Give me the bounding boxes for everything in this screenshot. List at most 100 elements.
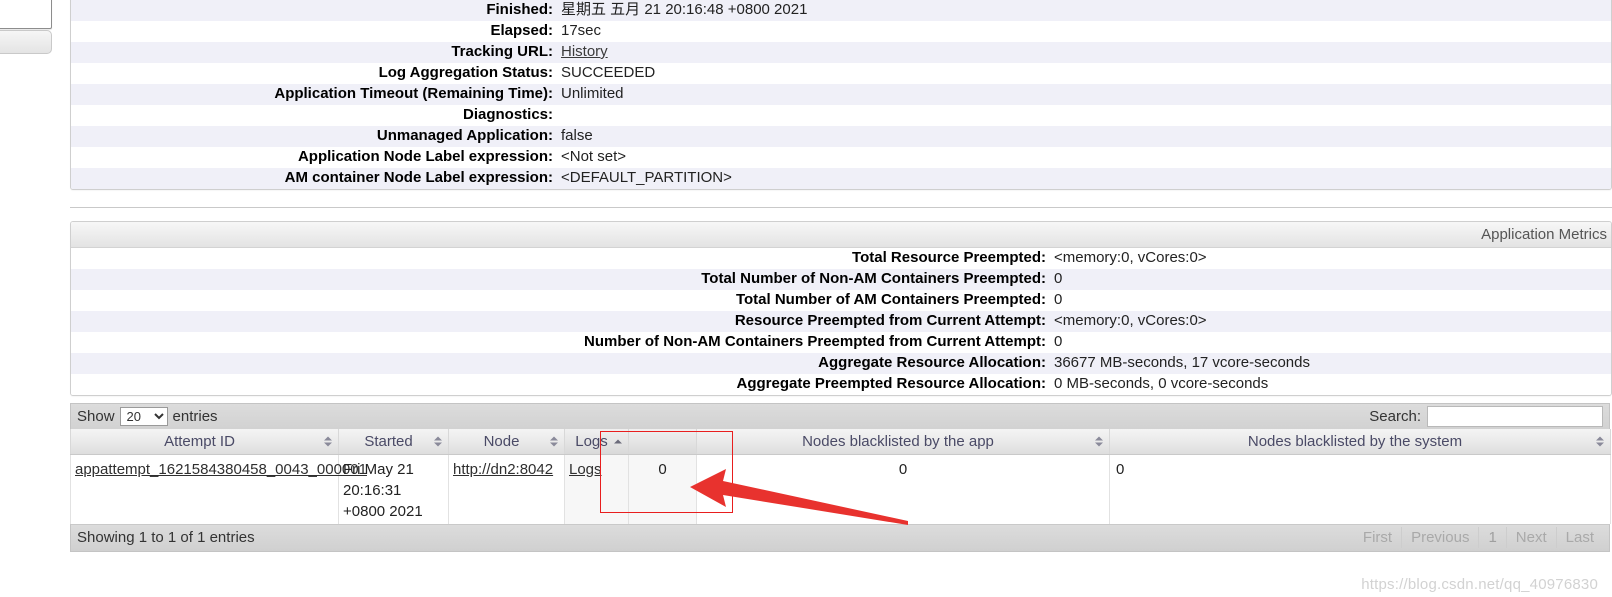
pagination-previous[interactable]: Previous bbox=[1401, 527, 1478, 548]
datatable-toolbar: Show 20406080100 entries Search: bbox=[70, 403, 1610, 429]
application-summary-table: Launched:星期五 五月 21 20:16:31 +0800 2021Fi… bbox=[71, 0, 1611, 189]
panel-divider bbox=[70, 207, 1612, 208]
kv-value bbox=[559, 105, 1611, 126]
attempts-table-body: appattempt_1621584380458_0043_000001 Fri… bbox=[70, 454, 1611, 524]
application-metrics-body: Total Resource Preempted: <memory:0, vCor… bbox=[71, 248, 1611, 395]
cell-nodes-blacklisted-system: 0 bbox=[1109, 454, 1611, 524]
table-row: appattempt_1621584380458_0043_000001 Fri… bbox=[70, 454, 1611, 524]
kv-row: Diagnostics: bbox=[71, 105, 1611, 126]
entries-label: entries bbox=[172, 408, 218, 425]
column-label: Attempt ID bbox=[164, 432, 235, 450]
attempts-table-head: Attempt ID Started Node Logs Nodes black… bbox=[70, 429, 1611, 455]
node-link[interactable]: http://dn2:8042 bbox=[453, 461, 553, 478]
kv-key: Resource Preempted from Current Attempt: bbox=[734, 312, 1046, 329]
kv-key: Total Resource Preempted: bbox=[852, 249, 1046, 266]
left-stub-gray-box bbox=[0, 30, 52, 54]
column-label: Logs bbox=[575, 432, 608, 450]
kv-row: Log Aggregation Status: SUCCEEDED bbox=[71, 63, 1611, 84]
column-label: Started bbox=[364, 432, 413, 450]
kv-row: Elapsed: 17sec bbox=[71, 21, 1611, 42]
kv-value: 0 bbox=[1054, 333, 1063, 350]
kv-value: <DEFAULT_PARTITION> bbox=[561, 169, 732, 186]
kv-value: false bbox=[561, 127, 593, 144]
column-header-nodes-blacklisted-app[interactable]: Nodes blacklisted by the app bbox=[696, 429, 1110, 455]
kv-value[interactable]: History bbox=[559, 42, 1611, 63]
application-metrics-title: Application Metrics bbox=[1481, 226, 1607, 243]
kv-key: Tracking URL: bbox=[451, 43, 553, 60]
kv-row: AM container Node Label expression: <DEFA… bbox=[71, 168, 1611, 189]
kv-key: Diagnostics: bbox=[462, 106, 553, 123]
kv-value: <Not set> bbox=[561, 148, 627, 165]
kv-row: Total Number of Non-AM Containers Preemp… bbox=[71, 269, 1611, 290]
column-header-logs[interactable]: Logs bbox=[564, 429, 629, 455]
search-input[interactable] bbox=[1427, 406, 1603, 427]
sort-indicator-icon bbox=[1595, 435, 1604, 448]
application-metrics-table: Total Resource Preempted: <memory:0, vCor… bbox=[71, 248, 1611, 395]
cell-attempt-id: appattempt_1621584380458_0043_000001 bbox=[70, 454, 367, 524]
kv-key: Application Node Label expression: bbox=[297, 148, 553, 165]
column-header-nodes-blacklisted-system[interactable]: Nodes blacklisted by the system bbox=[1109, 429, 1611, 455]
kv-row: Application Timeout (Remaining Time): Unl… bbox=[71, 84, 1611, 105]
application-summary-body: Launched:星期五 五月 21 20:16:31 +0800 2021Fi… bbox=[71, 0, 1611, 189]
sort-indicator-icon bbox=[1094, 435, 1103, 448]
entries-per-page-select[interactable]: 20406080100 bbox=[119, 407, 168, 426]
column-header-attempt-id[interactable]: Attempt ID bbox=[70, 429, 339, 455]
kv-row: Tracking URL: History bbox=[71, 42, 1611, 63]
datatable-footer: Showing 1 to 1 of 1 entries First Previo… bbox=[70, 523, 1610, 552]
show-label: Show bbox=[77, 408, 115, 425]
kv-value: 0 bbox=[1054, 270, 1063, 287]
kv-row: Unmanaged Application: false bbox=[71, 126, 1611, 147]
kv-value: <memory:0, vCores:0> bbox=[1054, 312, 1207, 329]
pagination-controls: First Previous 1 Next Last bbox=[1354, 527, 1603, 548]
attempts-datatable-block: Show 20406080100 entries Search: bbox=[70, 403, 1611, 552]
pagination-next[interactable]: Next bbox=[1505, 527, 1556, 548]
application-summary-panel: Launched:星期五 五月 21 20:16:31 +0800 2021Fi… bbox=[70, 0, 1612, 190]
entries-length-control[interactable]: Show 20406080100 entries bbox=[77, 407, 218, 426]
kv-row: Application Node Label expression: <Not s… bbox=[71, 147, 1611, 168]
column-header-logs-count[interactable] bbox=[628, 429, 697, 455]
column-header-started[interactable]: Started bbox=[338, 429, 449, 455]
kv-key: Finished: bbox=[486, 1, 553, 18]
kv-value: 17sec bbox=[561, 22, 602, 39]
left-stub-white-box bbox=[0, 0, 52, 29]
kv-key: Total Number of AM Containers Preempted: bbox=[735, 291, 1046, 308]
sort-indicator-icon bbox=[433, 435, 442, 448]
pagination-last[interactable]: Last bbox=[1555, 527, 1603, 548]
sort-indicator-icon bbox=[549, 435, 558, 448]
cell-started: Fri May 21 20:16:31 +0800 2021 bbox=[338, 454, 449, 524]
attempt-id-link[interactable]: appattempt_1621584380458_0043_000001 bbox=[75, 461, 367, 478]
kv-value: 星期五 五月 21 20:16:48 +0800 2021 bbox=[561, 1, 808, 18]
kv-key: Aggregate Resource Allocation: bbox=[818, 354, 1046, 371]
pagination-first[interactable]: First bbox=[1354, 527, 1401, 548]
kv-key: AM container Node Label expression: bbox=[284, 169, 553, 186]
application-metrics-panel: Application Metrics Total Resource Preem… bbox=[70, 221, 1612, 396]
application-metrics-header: Application Metrics bbox=[71, 222, 1611, 248]
cell-node: http://dn2:8042 bbox=[448, 454, 565, 524]
kv-row: Aggregate Resource Allocation: 36677 MB-s… bbox=[71, 353, 1611, 374]
left-margin-stub bbox=[0, 0, 54, 56]
column-label: Nodes blacklisted by the system bbox=[1247, 432, 1463, 450]
column-header-node[interactable]: Node bbox=[448, 429, 565, 455]
kv-key: Aggregate Preempted Resource Allocation: bbox=[736, 375, 1046, 392]
datatable-info: Showing 1 to 1 of 1 entries bbox=[77, 529, 255, 546]
kv-key: Application Timeout (Remaining Time): bbox=[274, 85, 553, 102]
kv-row: Total Resource Preempted: <memory:0, vCor… bbox=[71, 248, 1611, 269]
kv-key: Number of Non-AM Containers Preempted fr… bbox=[584, 333, 1046, 350]
kv-value: <memory:0, vCores:0> bbox=[1054, 249, 1207, 266]
kv-key: Elapsed: bbox=[490, 22, 553, 39]
pagination-page-1[interactable]: 1 bbox=[1478, 527, 1505, 548]
column-label: Nodes blacklisted by the app bbox=[802, 432, 994, 450]
kv-value: 0 bbox=[1054, 291, 1063, 308]
cell-logs: Logs bbox=[564, 454, 629, 524]
sort-indicator-icon bbox=[323, 435, 332, 448]
logs-link[interactable]: Logs bbox=[569, 461, 602, 478]
kv-row: Finished: 星期五 五月 21 20:16:48 +0800 2021 bbox=[71, 0, 1611, 21]
kv-value: SUCCEEDED bbox=[561, 64, 656, 81]
kv-key: Log Aggregation Status: bbox=[378, 64, 553, 81]
kv-row: Number of Non-AM Containers Preempted fr… bbox=[71, 332, 1611, 353]
sort-ascending-icon bbox=[613, 435, 622, 448]
kv-value: 0 MB-seconds, 0 vcore-seconds bbox=[1054, 375, 1269, 392]
kv-value-link[interactable]: History bbox=[561, 43, 608, 60]
kv-row: Aggregate Preempted Resource Allocation:… bbox=[71, 374, 1611, 395]
kv-value: 36677 MB-seconds, 17 vcore-seconds bbox=[1054, 354, 1310, 371]
